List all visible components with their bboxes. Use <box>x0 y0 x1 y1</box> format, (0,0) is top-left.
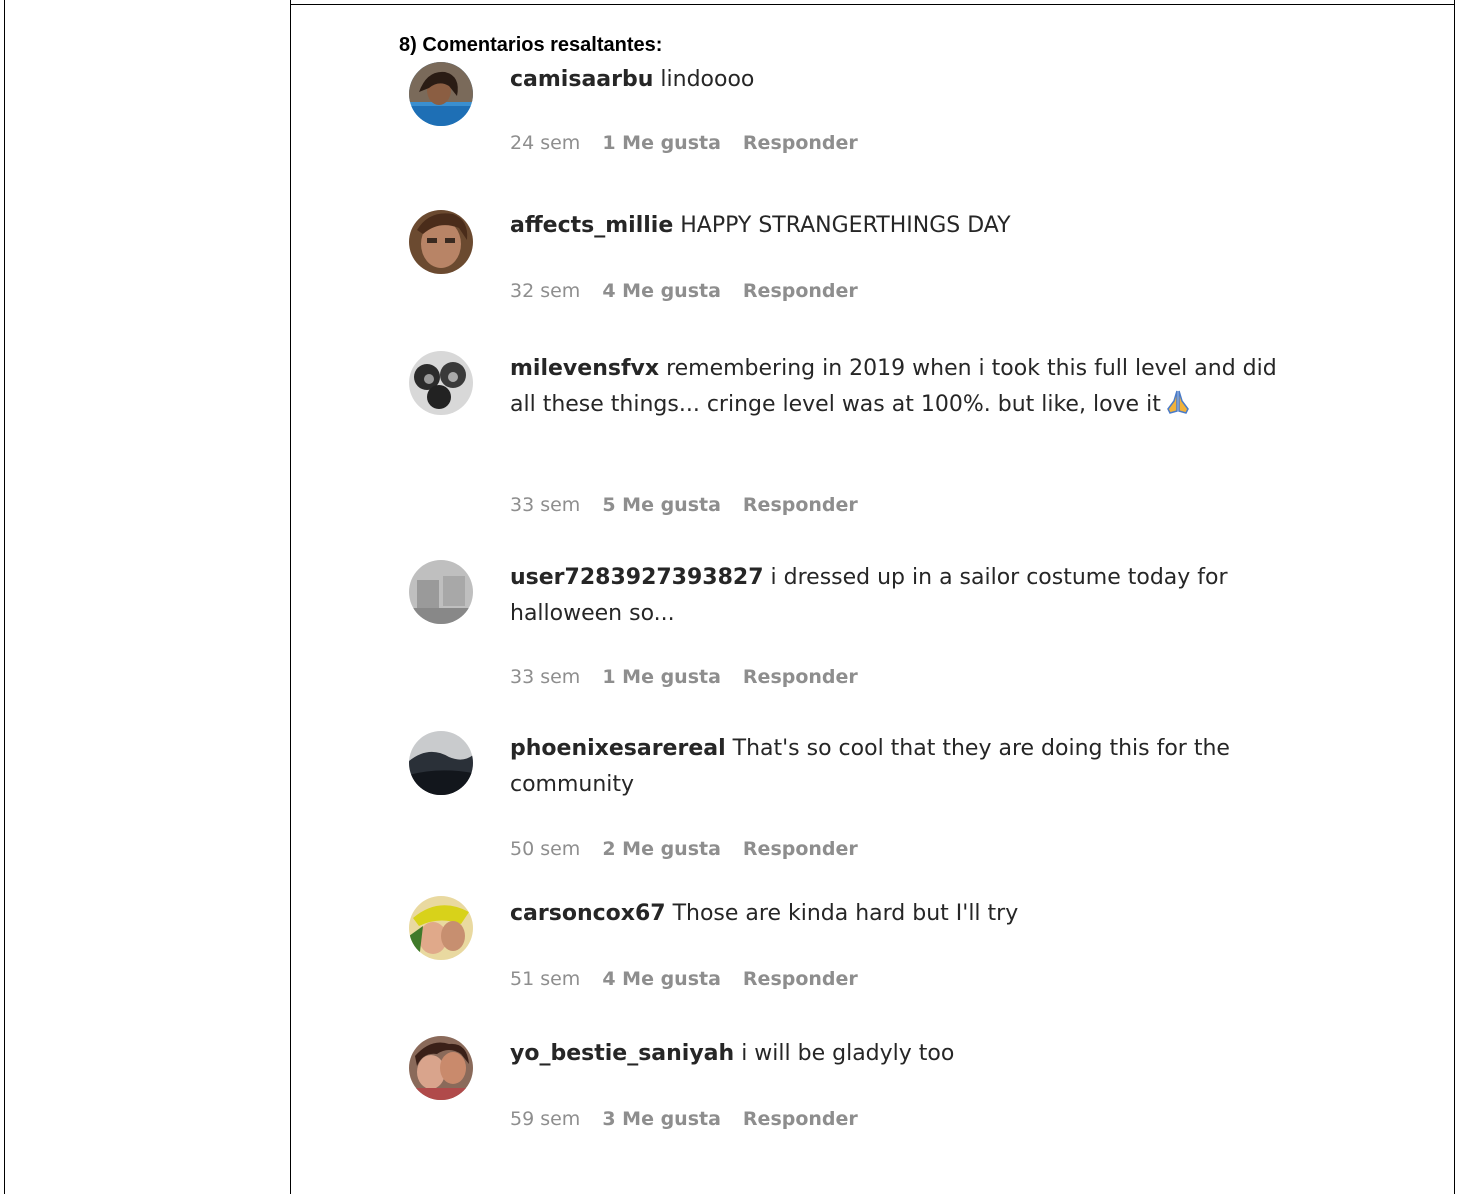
comment-username[interactable]: camisaarbu <box>510 67 653 92</box>
comment-text: HAPPY STRANGERTHINGS DAY <box>680 213 1011 238</box>
reply-button[interactable]: Responder <box>743 1108 858 1130</box>
comment-time[interactable]: 24 sem <box>510 132 580 154</box>
comment-meta: 24 sem 1 Me gusta Responder <box>510 132 880 154</box>
reply-button[interactable]: Responder <box>743 968 858 990</box>
reply-button[interactable]: Responder <box>743 666 858 688</box>
comment-username[interactable]: yo_bestie_saniyah <box>510 1041 734 1066</box>
comment-meta: 32 sem 4 Me gusta Responder <box>510 280 880 302</box>
likes-count[interactable]: 1 Me gusta <box>602 666 721 688</box>
section-heading: 8) Comentarios resaltantes: <box>399 34 663 56</box>
likes-count[interactable]: 4 Me gusta <box>602 968 721 990</box>
comment-time[interactable]: 50 sem <box>510 838 580 860</box>
comment-username[interactable]: affects_millie <box>510 213 673 238</box>
comment-body: phoenixesarereal That's so cool that the… <box>510 731 1300 803</box>
comment-time[interactable]: 51 sem <box>510 968 580 990</box>
comment-meta: 33 sem 1 Me gusta Responder <box>510 666 880 688</box>
table-border-right <box>1454 0 1455 1194</box>
table-border-left <box>4 0 5 1194</box>
comment-time[interactable]: 59 sem <box>510 1108 580 1130</box>
likes-count[interactable]: 2 Me gusta <box>602 838 721 860</box>
comment-meta: 59 sem 3 Me gusta Responder <box>510 1108 880 1130</box>
comment-body: affects_millie HAPPY STRANGERTHINGS DAY <box>510 208 1300 244</box>
comment-time[interactable]: 32 sem <box>510 280 580 302</box>
likes-count[interactable]: 4 Me gusta <box>602 280 721 302</box>
avatar[interactable] <box>409 560 473 624</box>
comment-meta: 33 sem 5 Me gusta Responder <box>510 494 880 516</box>
reply-button[interactable]: Responder <box>743 132 858 154</box>
comment-body: user7283927393827 i dressed up in a sail… <box>510 560 1300 632</box>
comment-meta: 50 sem 2 Me gusta Responder <box>510 838 880 860</box>
comment-body: camisaarbu lindoooo <box>510 62 1300 98</box>
comment-text: i will be gladyly too <box>741 1041 955 1066</box>
comment-text: lindoooo <box>660 67 755 92</box>
avatar[interactable] <box>409 1036 473 1100</box>
avatar[interactable] <box>409 896 473 960</box>
avatar[interactable] <box>409 62 473 126</box>
comment-body: yo_bestie_saniyah i will be gladyly too <box>510 1036 1300 1072</box>
reply-button[interactable]: Responder <box>743 838 858 860</box>
comment-username[interactable]: carsoncox67 <box>510 901 666 926</box>
table-border-top <box>290 4 1455 5</box>
table-border-mid <box>290 0 291 1194</box>
folded-hands-icon <box>1165 389 1191 415</box>
comment-time[interactable]: 33 sem <box>510 494 580 516</box>
reply-button[interactable]: Responder <box>743 280 858 302</box>
likes-count[interactable]: 5 Me gusta <box>602 494 721 516</box>
likes-count[interactable]: 3 Me gusta <box>602 1108 721 1130</box>
comment-username[interactable]: phoenixesarereal <box>510 736 726 761</box>
comment-username[interactable]: user7283927393827 <box>510 565 764 590</box>
reply-button[interactable]: Responder <box>743 494 858 516</box>
likes-count[interactable]: 1 Me gusta <box>602 132 721 154</box>
avatar[interactable] <box>409 731 473 795</box>
comment-body: carsoncox67 Those are kinda hard but I'l… <box>510 896 1300 932</box>
avatar[interactable] <box>409 351 473 415</box>
comment-text: Those are kinda hard but I'll try <box>672 901 1019 926</box>
comment-meta: 51 sem 4 Me gusta Responder <box>510 968 880 990</box>
comment-username[interactable]: milevensfvx <box>510 356 659 381</box>
comment-body: milevensfvx remembering in 2019 when i t… <box>510 351 1300 423</box>
avatar[interactable] <box>409 210 473 274</box>
comment-time[interactable]: 33 sem <box>510 666 580 688</box>
